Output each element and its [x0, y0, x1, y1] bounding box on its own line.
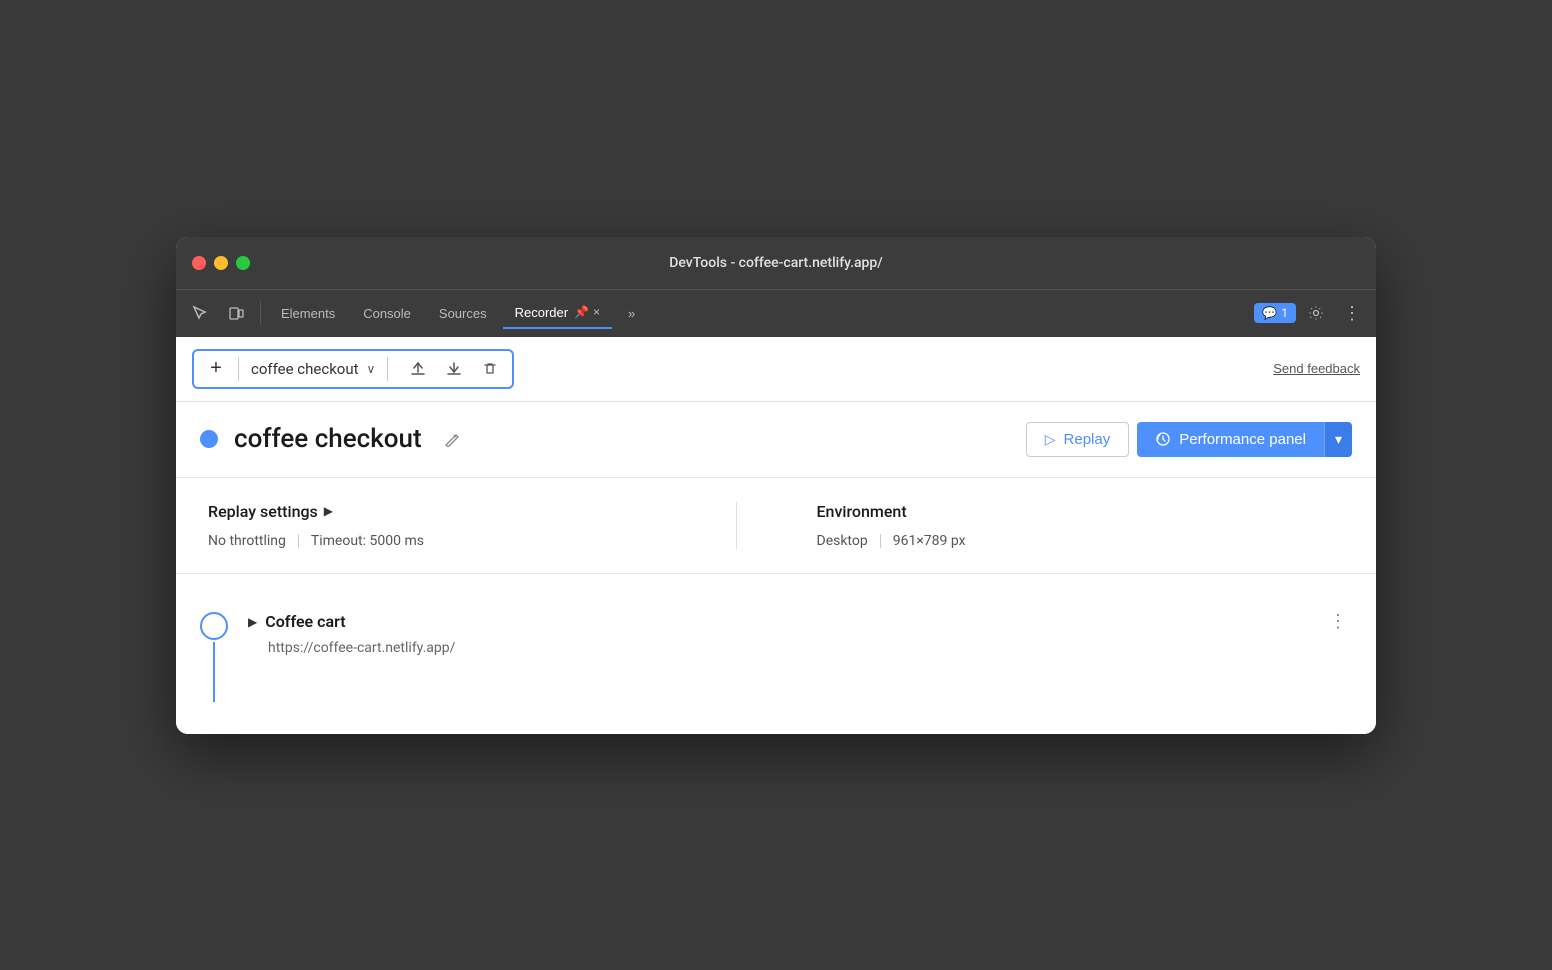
main-content: + coffee checkout ∨ — [176, 337, 1376, 734]
step-header: ▶ Coffee cart ⋮ — [248, 608, 1352, 636]
export-recording-button[interactable] — [404, 355, 432, 383]
step-item: ▶ Coffee cart ⋮ https://coffee-cart.netl… — [176, 606, 1376, 702]
inspect-icon — [192, 305, 208, 321]
step-expand-arrow[interactable]: ▶ — [248, 615, 257, 629]
replay-settings-expand-arrow: ▶ — [324, 504, 333, 518]
vertical-dots-icon: ⋮ — [1343, 303, 1361, 324]
chat-count: 1 — [1281, 306, 1288, 320]
device-icon — [228, 305, 244, 321]
step-more-button[interactable]: ⋮ — [1324, 608, 1352, 636]
tab-recorder-label: Recorder — [515, 305, 568, 320]
import-recording-button[interactable] — [440, 355, 468, 383]
chevron-down-white-icon: ▾ — [1335, 431, 1342, 447]
maximize-button[interactable] — [236, 256, 250, 270]
recorder-close-icon[interactable]: × — [593, 305, 600, 319]
traffic-lights — [192, 256, 250, 270]
plus-icon: + — [210, 357, 222, 380]
settings-button[interactable] — [1300, 297, 1332, 329]
titlebar: DevTools - coffee-cart.netlify.app/ — [176, 237, 1376, 289]
settings-section: Replay settings ▶ No throttling Timeout:… — [176, 478, 1376, 574]
chat-badge[interactable]: 💬 1 — [1254, 303, 1296, 323]
env-val-divider — [880, 534, 881, 548]
send-feedback-button[interactable]: Send feedback — [1273, 361, 1360, 376]
recording-toolbar-divider-2 — [387, 357, 388, 381]
recorder-pin-icon: 📌 — [574, 305, 589, 319]
chat-icon: 💬 — [1262, 306, 1277, 320]
devtools-toolbar: Elements Console Sources Recorder 📌 × » … — [176, 289, 1376, 337]
performance-panel-group: Performance panel ▾ — [1137, 422, 1352, 457]
performance-panel-dropdown-button[interactable]: ▾ — [1324, 422, 1352, 457]
environment-title: Environment — [817, 502, 1345, 521]
performance-panel-button[interactable]: Performance panel — [1137, 422, 1324, 457]
tab-console-label: Console — [363, 306, 411, 321]
step-name: Coffee cart — [265, 612, 345, 631]
minimize-button[interactable] — [214, 256, 228, 270]
performance-icon — [1155, 431, 1171, 447]
toolbar-right: 💬 1 ⋮ — [1254, 297, 1368, 329]
recording-status-dot — [200, 430, 218, 448]
replay-label: Replay — [1064, 431, 1111, 448]
device-toolbar-button[interactable] — [220, 297, 252, 329]
replay-settings-title[interactable]: Replay settings ▶ — [208, 502, 736, 521]
timeout-value: Timeout: 5000 ms — [311, 533, 424, 549]
no-throttling-value: No throttling — [208, 533, 286, 549]
add-recording-button[interactable]: + — [202, 355, 230, 383]
recording-toolbar-divider — [238, 357, 239, 381]
pencil-icon — [444, 431, 460, 447]
environment-values: Desktop 961×789 px — [817, 533, 1345, 549]
more-tabs-button[interactable]: » — [616, 297, 647, 329]
toolbar-divider-1 — [260, 301, 261, 325]
resolution-value: 961×789 px — [893, 533, 966, 549]
tab-elements[interactable]: Elements — [269, 297, 347, 329]
step-timeline — [200, 606, 228, 702]
performance-panel-label: Performance panel — [1179, 431, 1306, 448]
replay-settings: Replay settings ▶ No throttling Timeout:… — [208, 502, 736, 549]
delete-recording-button[interactable] — [476, 355, 504, 383]
more-options-button[interactable]: ⋮ — [1336, 297, 1368, 329]
step-content: ▶ Coffee cart ⋮ https://coffee-cart.netl… — [248, 606, 1352, 656]
recording-controls: + coffee checkout ∨ — [192, 349, 514, 389]
inspect-element-button[interactable] — [184, 297, 216, 329]
recording-toolbar: + coffee checkout ∨ — [176, 337, 1376, 402]
settings-val-divider — [298, 534, 299, 548]
import-icon — [446, 361, 462, 377]
recording-name-text: coffee checkout — [251, 360, 359, 378]
step-line — [213, 642, 215, 702]
tab-sources-label: Sources — [439, 306, 487, 321]
export-icon — [410, 361, 426, 377]
replay-play-icon: ▷ — [1045, 431, 1056, 448]
environment-settings: Environment Desktop 961×789 px — [736, 502, 1345, 549]
step-url: https://coffee-cart.netlify.app/ — [268, 640, 1352, 656]
recording-header: coffee checkout ▷ Replay — [176, 402, 1376, 478]
replay-button[interactable]: ▷ Replay — [1026, 422, 1129, 457]
window-title: DevTools - coffee-cart.netlify.app/ — [669, 255, 883, 271]
vertical-dots-step-icon: ⋮ — [1329, 611, 1347, 632]
tab-elements-label: Elements — [281, 306, 335, 321]
more-tabs-label: » — [628, 306, 635, 321]
tab-sources[interactable]: Sources — [427, 297, 499, 329]
tab-console[interactable]: Console — [351, 297, 423, 329]
replay-settings-values: No throttling Timeout: 5000 ms — [208, 533, 736, 549]
recording-title: coffee checkout — [234, 424, 422, 454]
tab-recorder[interactable]: Recorder 📌 × — [503, 297, 612, 329]
close-button[interactable] — [192, 256, 206, 270]
recording-header-actions: ▷ Replay Performance panel ▾ — [1026, 422, 1352, 457]
chevron-down-icon: ∨ — [367, 362, 376, 376]
recording-name-dropdown[interactable]: coffee checkout ∨ — [247, 360, 379, 378]
devtools-window: DevTools - coffee-cart.netlify.app/ Elem… — [176, 237, 1376, 734]
environment-title-text: Environment — [817, 502, 907, 521]
desktop-value: Desktop — [817, 533, 868, 549]
replay-settings-title-text: Replay settings — [208, 502, 318, 521]
gear-icon — [1308, 305, 1324, 321]
edit-recording-name-button[interactable] — [438, 425, 466, 453]
recording-action-buttons — [404, 355, 504, 383]
step-circle — [200, 612, 228, 640]
steps-section: ▶ Coffee cart ⋮ https://coffee-cart.netl… — [176, 574, 1376, 734]
trash-icon — [482, 361, 498, 377]
